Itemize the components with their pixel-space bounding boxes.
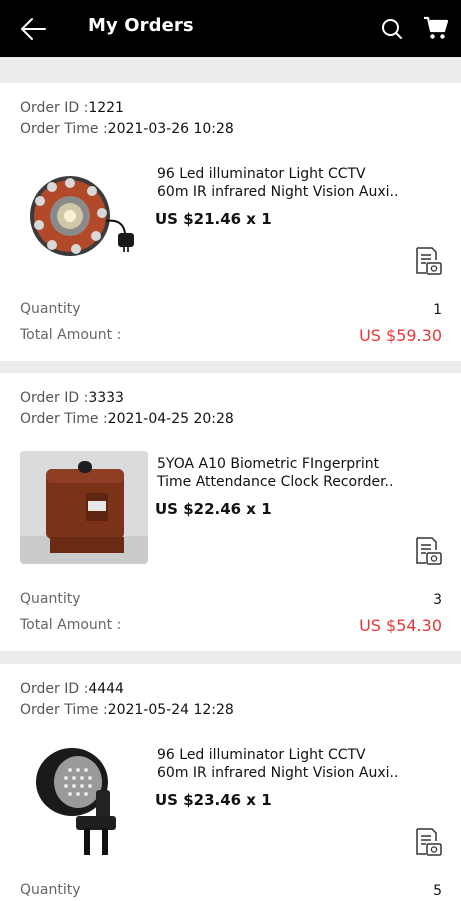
order-id-value: 4444 — [88, 681, 124, 697]
product-name[interactable]: 96 Led illuminator Light CCTV 60m IR inf… — [157, 165, 407, 201]
product-price: US $23.46 x 1 — [155, 791, 272, 809]
top-app-bar: My Orders — [0, 0, 461, 57]
receipt-photo-icon[interactable] — [414, 827, 442, 857]
search-icon[interactable] — [380, 17, 404, 41]
order-time-row: Order Time :2021-04-25 20:28 — [20, 411, 234, 427]
order-id-label: Order ID : — [20, 681, 89, 697]
order-id-row: Order ID :1221 — [20, 100, 124, 116]
quantity-label: Quantity — [20, 301, 81, 317]
order-id-row: Order ID :4444 — [20, 681, 124, 697]
order-id-row: Order ID :3333 — [20, 390, 124, 406]
total-amount-value: US $54.30 — [359, 616, 442, 635]
order-id-value: 3333 — [88, 390, 124, 406]
led-spotlight-image — [20, 742, 148, 855]
page-title: My Orders — [88, 15, 194, 36]
product-image[interactable] — [20, 742, 148, 855]
order-time-row: Order Time :2021-05-24 12:28 — [20, 702, 234, 718]
quantity-label: Quantity — [20, 882, 81, 898]
order-time-row: Order Time :2021-03-26 10:28 — [20, 121, 234, 137]
order-time-label: Order Time : — [20, 702, 108, 718]
product-price: US $22.46 x 1 — [155, 500, 272, 518]
order-card[interactable]: Order ID :3333 Order Time :2021-04-25 20… — [0, 373, 461, 651]
quantity-label: Quantity — [20, 591, 81, 607]
order-card[interactable]: Order ID :4444 Order Time :2021-05-24 12… — [0, 664, 461, 901]
total-amount-value: US $59.30 — [359, 326, 442, 345]
total-amount-label: Total Amount : — [20, 617, 122, 633]
total-amount-label: Total Amount : — [20, 327, 122, 343]
order-time-label: Order Time : — [20, 411, 108, 427]
product-image[interactable] — [20, 161, 148, 274]
product-image[interactable] — [20, 451, 148, 564]
order-card[interactable]: Order ID :1221 Order Time :2021-03-26 10… — [0, 83, 461, 361]
order-time-label: Order Time : — [20, 121, 108, 137]
shopping-cart-icon[interactable] — [423, 15, 449, 41]
order-time-value: 2021-05-24 12:28 — [107, 702, 234, 718]
product-price: US $21.46 x 1 — [155, 210, 272, 228]
receipt-photo-icon[interactable] — [414, 246, 442, 276]
order-time-value: 2021-03-26 10:28 — [107, 121, 234, 137]
receipt-photo-icon[interactable] — [414, 536, 442, 566]
quantity-value: 3 — [433, 592, 442, 608]
order-time-value: 2021-04-25 20:28 — [107, 411, 234, 427]
order-id-label: Order ID : — [20, 390, 89, 406]
fingerprint-clock-image — [20, 451, 148, 564]
quantity-value: 5 — [433, 883, 442, 899]
order-id-label: Order ID : — [20, 100, 89, 116]
product-name[interactable]: 5YOA A10 Biometric FIngerprint Time Atte… — [157, 455, 407, 491]
order-id-value: 1221 — [88, 100, 124, 116]
back-arrow-icon[interactable] — [18, 14, 48, 44]
quantity-value: 1 — [433, 302, 442, 318]
product-name[interactable]: 96 Led illuminator Light CCTV 60m IR inf… — [157, 746, 407, 782]
led-ring-light-image — [20, 161, 148, 274]
